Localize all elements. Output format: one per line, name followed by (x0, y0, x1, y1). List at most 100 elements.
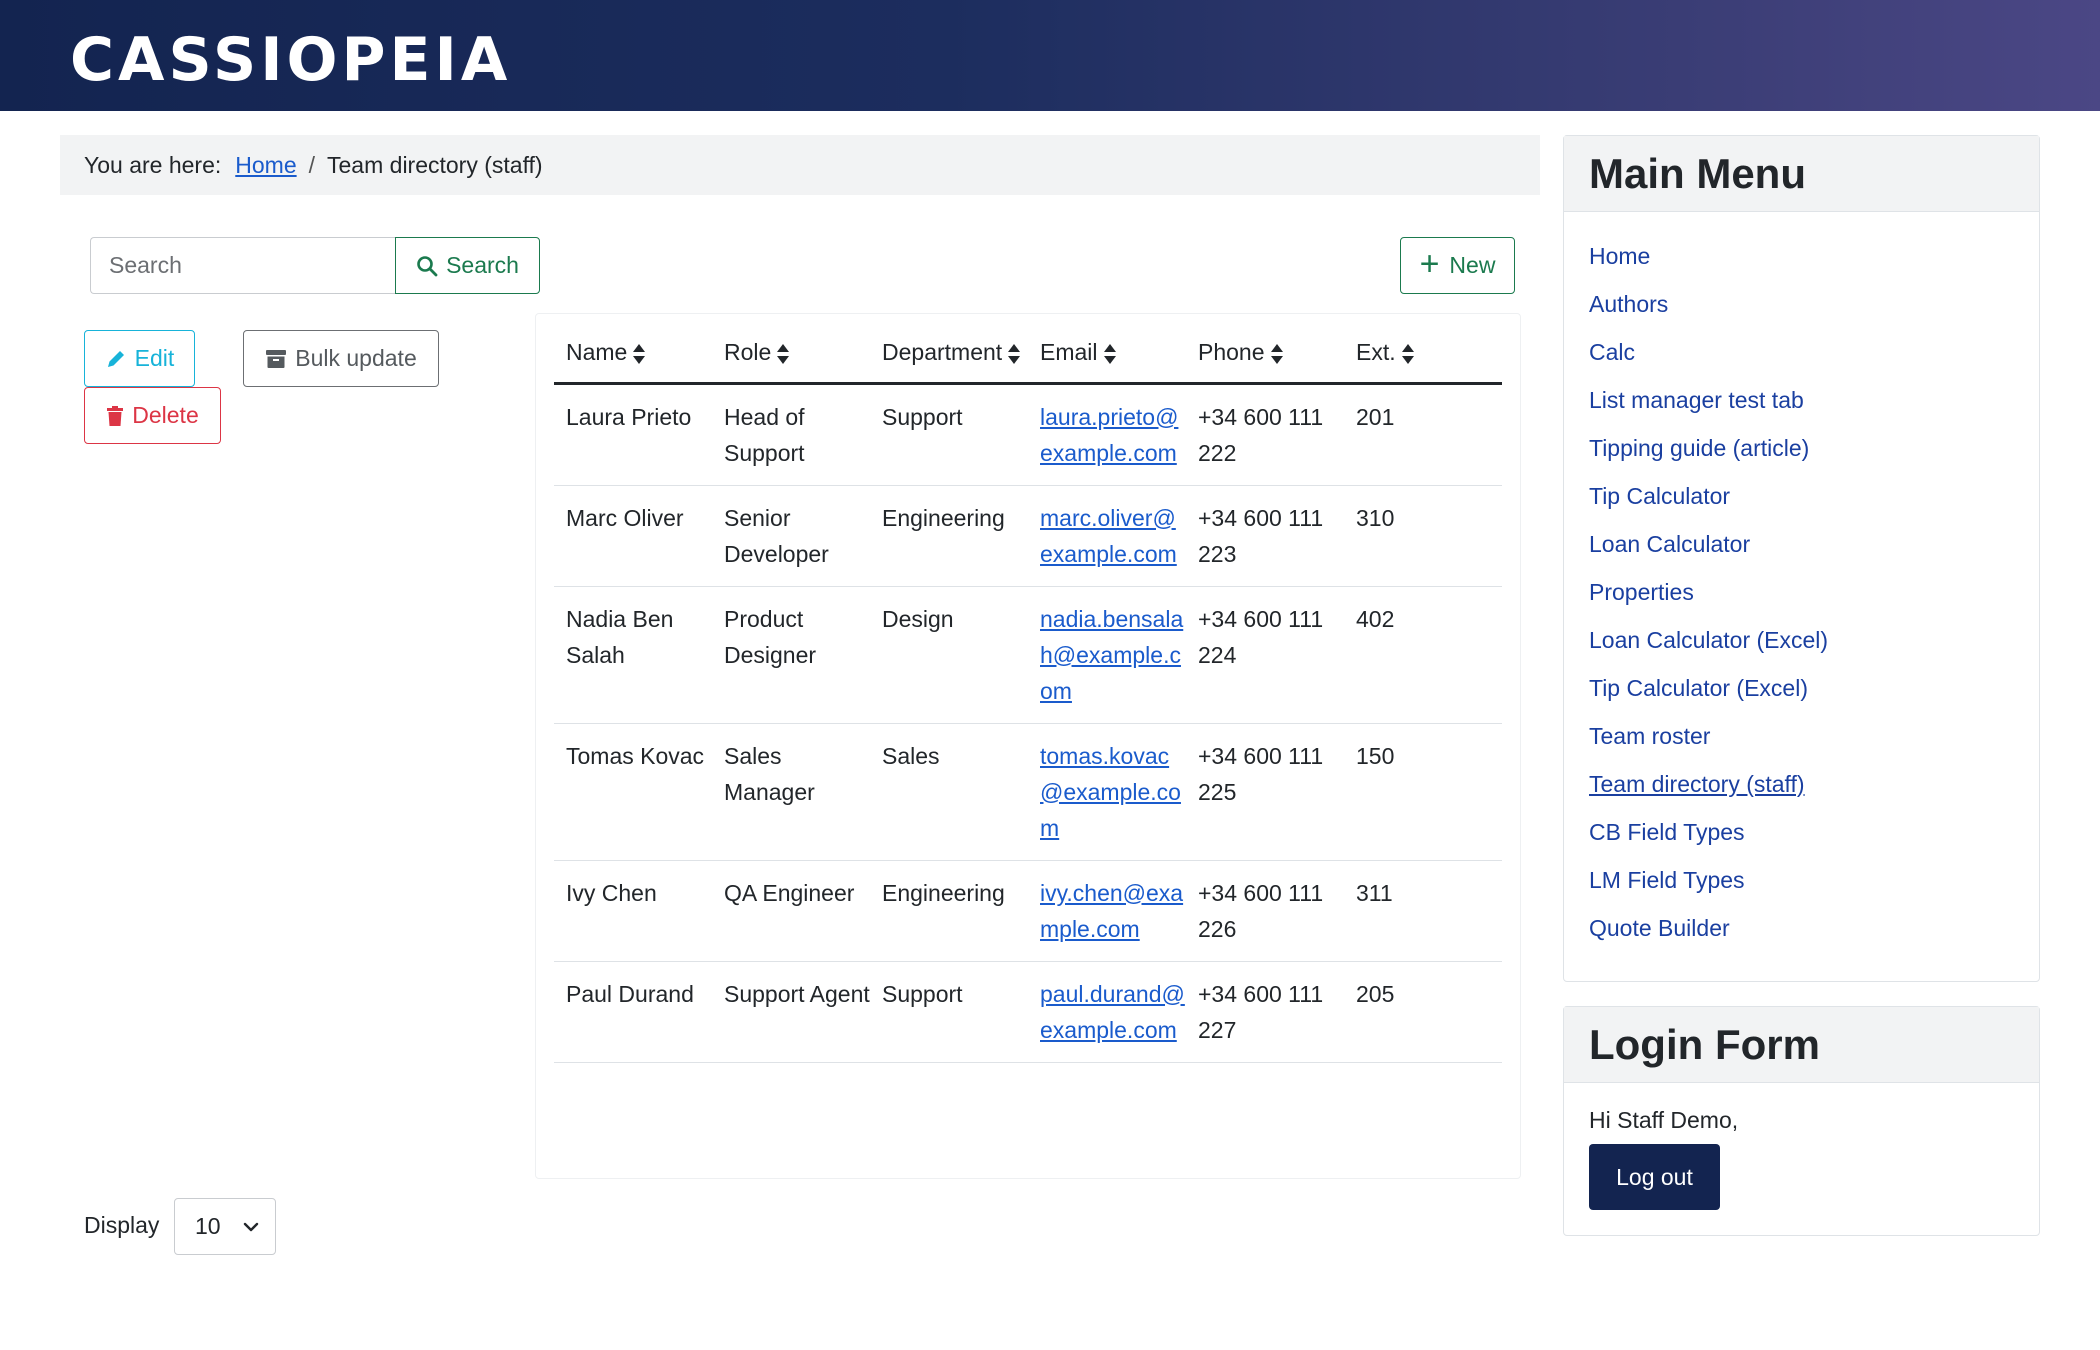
email-link[interactable]: paul.durand@example.com (1040, 981, 1185, 1043)
cell-phone: +34 600 111 225 (1186, 723, 1344, 861)
column-header-department[interactable]: Department (870, 323, 1028, 385)
cell-role: Product Designer (712, 586, 870, 724)
display-label: Display (84, 1212, 160, 1238)
column-header-phone[interactable]: Phone (1186, 323, 1344, 385)
cell-phone: +34 600 111 222 (1186, 383, 1344, 486)
column-header-role[interactable]: Role (712, 323, 870, 385)
cell-email: nadia.bensalah@example.com (1028, 586, 1186, 724)
cell-department: Engineering (870, 485, 1028, 587)
bulk-update-button[interactable]: Bulk update (243, 330, 439, 387)
menu-item: Properties (1589, 568, 2039, 616)
cell-ext: 311 (1344, 860, 1502, 962)
menu-item-lm-field-types[interactable]: LM Field Types (1589, 867, 1745, 894)
menu-item-authors[interactable]: Authors (1589, 291, 1668, 318)
delete-button-label: Delete (132, 402, 199, 428)
archive-icon (266, 349, 287, 368)
cell-email: paul.durand@example.com (1028, 961, 1186, 1063)
menu-item: Loan Calculator (1589, 520, 2039, 568)
sort-icon (777, 343, 790, 364)
cell-name: Ivy Chen (554, 860, 712, 962)
login-form-title: Login Form (1564, 1007, 2039, 1083)
menu-item: Loan Calculator (Excel) (1589, 616, 2039, 664)
cell-phone: +34 600 111 227 (1186, 961, 1344, 1063)
menu-item-list-manager-test-tab[interactable]: List manager test tab (1589, 387, 1804, 414)
trash-icon (107, 405, 124, 426)
email-link[interactable]: marc.oliver@example.com (1040, 505, 1177, 567)
cell-role: Senior Developer (712, 485, 870, 587)
chevron-down-icon (243, 1222, 258, 1231)
cell-ext: 150 (1344, 723, 1502, 861)
column-header-email[interactable]: Email (1028, 323, 1186, 385)
new-button[interactable]: + New (1400, 237, 1515, 294)
pencil-icon (107, 350, 124, 367)
search-icon (417, 255, 438, 276)
email-link[interactable]: laura.prieto@example.com (1040, 404, 1178, 466)
cell-phone: +34 600 111 226 (1186, 860, 1344, 962)
menu-item: Tipping guide (article) (1589, 424, 2039, 472)
table-row: Tomas Kovac Sales Manager Sales tomas.ko… (554, 723, 1502, 861)
cell-department: Engineering (870, 860, 1028, 962)
cell-role: Sales Manager (712, 723, 870, 861)
cell-name: Laura Prieto (554, 383, 712, 486)
cell-department: Design (870, 586, 1028, 724)
sort-icon (1401, 343, 1414, 364)
sort-icon (633, 343, 646, 364)
cell-phone: +34 600 111 224 (1186, 586, 1344, 724)
menu-item-loan-calculator[interactable]: Loan Calculator (1589, 531, 1750, 558)
menu-item-loan-calculator-excel[interactable]: Loan Calculator (Excel) (1589, 627, 1828, 654)
menu-item-team-roster[interactable]: Team roster (1589, 723, 1710, 750)
menu-item-tip-calculator-excel[interactable]: Tip Calculator (Excel) (1589, 675, 1808, 702)
cell-phone: +34 600 111 223 (1186, 485, 1344, 587)
menu-item: Tip Calculator (Excel) (1589, 664, 2039, 712)
cell-department: Sales (870, 723, 1028, 861)
search-button[interactable]: Search (395, 237, 540, 294)
bulk-update-button-label: Bulk update (295, 345, 417, 371)
breadcrumb-separator: / (308, 151, 316, 178)
logout-button[interactable]: Log out (1589, 1144, 1720, 1210)
edit-button[interactable]: Edit (84, 330, 195, 387)
breadcrumb-prefix: You are here: (84, 151, 222, 178)
delete-button[interactable]: Delete (84, 387, 221, 444)
new-button-label: New (1449, 252, 1496, 278)
site-header: CASSIOPEIA (0, 0, 2100, 111)
cell-role: Head of Support (712, 383, 870, 486)
site-brand-logo[interactable]: CASSIOPEIA (70, 26, 511, 94)
menu-item-home[interactable]: Home (1589, 243, 1650, 270)
cell-email: marc.oliver@example.com (1028, 485, 1186, 587)
cell-email: ivy.chen@example.com (1028, 860, 1186, 962)
plus-icon: + (1419, 245, 1440, 283)
menu-item-tipping-guide[interactable]: Tipping guide (article) (1589, 435, 1809, 462)
menu-item: Tip Calculator (1589, 472, 2039, 520)
menu-item: Authors (1589, 280, 2039, 328)
menu-item-team-directory-active[interactable]: Team directory (staff) (1589, 771, 1805, 798)
table-header-row: Name Role Department Email Phone Ext. (554, 323, 1502, 385)
menu-item: Team roster (1589, 712, 2039, 760)
search-button-label: Search (446, 252, 519, 278)
menu-item-tip-calculator[interactable]: Tip Calculator (1589, 483, 1730, 510)
cell-role: QA Engineer (712, 860, 870, 962)
email-link[interactable]: tomas.kovac@example.com (1040, 743, 1181, 841)
menu-item-properties[interactable]: Properties (1589, 579, 1694, 606)
email-link[interactable]: nadia.bensalah@example.com (1040, 606, 1183, 704)
menu-item-quote-builder[interactable]: Quote Builder (1589, 915, 1730, 942)
sort-icon (1103, 343, 1116, 364)
search-input[interactable] (90, 237, 396, 294)
menu-item: Calc (1589, 328, 2039, 376)
cell-name: Marc Oliver (554, 485, 712, 587)
menu-item-cb-field-types[interactable]: CB Field Types (1589, 819, 1745, 846)
menu-item: CB Field Types (1589, 808, 2039, 856)
cell-department: Support (870, 961, 1028, 1063)
display-limit-select[interactable]: 10 (174, 1198, 276, 1255)
breadcrumb-home-link[interactable]: Home (235, 152, 296, 179)
main-menu-title: Main Menu (1564, 136, 2039, 212)
cell-ext: 205 (1344, 961, 1502, 1063)
email-link[interactable]: ivy.chen@example.com (1040, 880, 1183, 942)
table-row: Nadia Ben Salah Product Designer Design … (554, 586, 1502, 724)
sort-icon (1270, 343, 1283, 364)
column-header-name[interactable]: Name (554, 323, 712, 385)
menu-item-calc[interactable]: Calc (1589, 339, 1635, 366)
column-header-ext[interactable]: Ext. (1344, 323, 1502, 385)
menu-item: Team directory (staff) (1589, 760, 2039, 808)
display-limit-value: 10 (195, 1213, 221, 1239)
main-menu-module: Main Menu Home Authors Calc List manager… (1563, 135, 2040, 982)
